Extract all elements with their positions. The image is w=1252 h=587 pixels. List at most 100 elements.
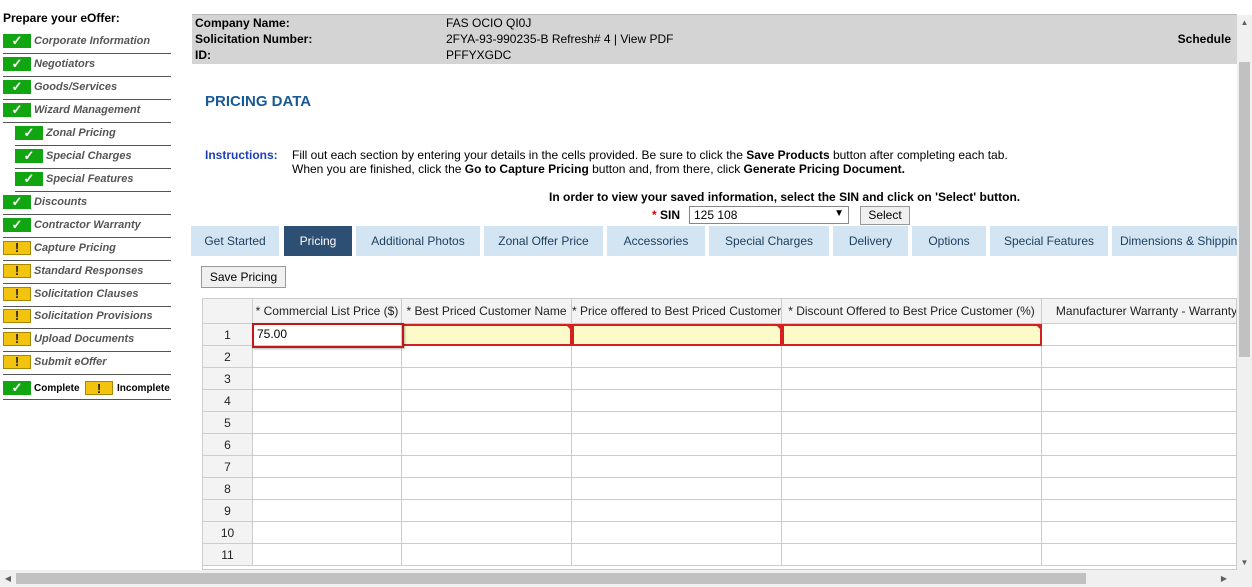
tab-delivery[interactable]: Delivery [833,226,908,256]
column-header[interactable]: * Price offered to Best Priced Customer [572,299,782,324]
grid-cell[interactable] [1042,478,1236,500]
scroll-down-icon[interactable]: ▼ [1237,555,1252,570]
grid-cell[interactable] [402,368,572,390]
grid-cell[interactable] [572,390,782,412]
save-pricing-button[interactable]: Save Pricing [201,266,286,288]
grid-cell[interactable] [782,522,1042,544]
sidebar-item[interactable]: ! Upload Documents [3,329,171,352]
grid-cell[interactable] [1042,522,1236,544]
scroll-thumb[interactable] [16,573,1086,584]
tab-get-started[interactable]: Get Started [191,226,279,256]
grid-cell[interactable] [782,500,1042,522]
sidebar-item[interactable]: ! Standard Responses [3,261,171,284]
grid-cell[interactable] [572,522,782,544]
grid-cell[interactable] [402,412,572,434]
column-header[interactable]: * Commercial List Price ($) [253,299,402,324]
grid-cell[interactable] [782,368,1042,390]
sidebar-item[interactable]: ✓ Negotiators [3,54,171,77]
grid-cell[interactable] [253,522,402,544]
tab-special-charges[interactable]: Special Charges [709,226,829,256]
view-pdf-link[interactable]: View PDF [620,32,673,46]
sidebar-item[interactable]: ! Solicitation Provisions [3,306,171,329]
sidebar-item[interactable]: ✓ Discounts [3,192,171,215]
grid-cell[interactable] [782,412,1042,434]
tab-dimensions-shipping[interactable]: Dimensions & Shipping [1112,226,1237,256]
grid-cell[interactable] [782,478,1042,500]
grid-cell[interactable] [572,478,782,500]
grid-cell[interactable] [402,478,572,500]
schedule-label: Schedule [1177,32,1231,46]
grid-cell[interactable] [402,522,572,544]
tab-additional-photos[interactable]: Additional Photos [356,226,480,256]
grid-cell[interactable] [782,456,1042,478]
grid-cell[interactable] [1042,390,1236,412]
grid-cell[interactable] [782,544,1042,566]
scroll-up-icon[interactable]: ▲ [1237,15,1252,30]
column-header[interactable]: * Best Priced Customer Name [402,299,572,324]
grid-cell[interactable] [402,500,572,522]
grid-cell[interactable] [782,434,1042,456]
grid-cell[interactable] [402,456,572,478]
select-button[interactable]: Select [860,206,910,225]
sidebar-item[interactable]: ! Solicitation Clauses [3,284,171,307]
tab-pricing[interactable]: Pricing [284,226,352,256]
warning-icon: ! [3,287,31,301]
scroll-right-icon[interactable]: ▶ [1216,570,1232,587]
tab-options[interactable]: Options [912,226,986,256]
grid-cell[interactable] [402,434,572,456]
sidebar-item[interactable]: ✓ Zonal Pricing [15,123,171,146]
row-number: 9 [203,500,253,522]
grid-cell[interactable] [1042,456,1236,478]
grid-cell[interactable] [1042,346,1236,368]
grid-cell[interactable] [1042,368,1236,390]
sidebar-item[interactable]: ✓ Wizard Management [3,100,171,123]
grid-cell[interactable] [572,368,782,390]
sidebar-item[interactable]: ! Submit eOffer [3,352,171,375]
grid-cell[interactable] [572,346,782,368]
grid-cell[interactable] [782,390,1042,412]
grid-cell[interactable] [572,412,782,434]
sidebar-item[interactable]: ✓ Special Features [15,169,171,192]
scroll-left-icon[interactable]: ◀ [0,570,16,587]
grid-cell[interactable] [253,368,402,390]
grid-cell[interactable] [253,456,402,478]
horizontal-scrollbar[interactable]: ◀ ▶ [0,570,1252,587]
grid-cell[interactable] [253,390,402,412]
required-flag-icon [565,324,571,330]
sidebar-item[interactable]: ✓ Contractor Warranty [3,215,171,238]
grid-cell[interactable] [572,456,782,478]
grid-cell[interactable] [253,346,402,368]
grid-cell[interactable] [402,346,572,368]
grid-cell[interactable] [402,324,572,346]
sidebar-item[interactable]: ! Capture Pricing [3,238,171,261]
grid-cell[interactable] [253,434,402,456]
grid-cell[interactable] [572,434,782,456]
grid-cell[interactable] [402,390,572,412]
grid-cell[interactable] [572,500,782,522]
sidebar-item[interactable]: ✓ Special Charges [15,146,171,169]
vertical-scrollbar[interactable]: ▲ ▼ [1237,15,1252,570]
tab-accessories[interactable]: Accessories [607,226,705,256]
tab-zonal-offer-price[interactable]: Zonal Offer Price [484,226,603,256]
grid-cell[interactable] [253,412,402,434]
grid-cell[interactable] [572,544,782,566]
sin-select[interactable]: 125 108 ▼ [689,206,849,224]
column-header[interactable]: Manufacturer Warranty - Warranty [1042,299,1236,324]
grid-cell[interactable] [782,324,1042,346]
grid-cell[interactable] [1042,544,1236,566]
grid-cell[interactable] [1042,324,1236,346]
scroll-thumb[interactable] [1239,62,1250,357]
grid-cell[interactable] [253,544,402,566]
grid-cell[interactable] [1042,500,1236,522]
grid-cell[interactable] [1042,434,1236,456]
grid-cell[interactable] [253,478,402,500]
column-header[interactable]: * Discount Offered to Best Price Custome… [782,299,1042,324]
grid-cell[interactable] [253,500,402,522]
grid-cell[interactable] [402,544,572,566]
grid-cell[interactable] [572,324,782,346]
tab-special-features[interactable]: Special Features [990,226,1108,256]
sidebar-item[interactable]: ✓ Goods/Services [3,77,171,100]
grid-cell[interactable] [1042,412,1236,434]
grid-cell[interactable] [782,346,1042,368]
sidebar-item[interactable]: ✓ Corporate Information [3,31,171,54]
